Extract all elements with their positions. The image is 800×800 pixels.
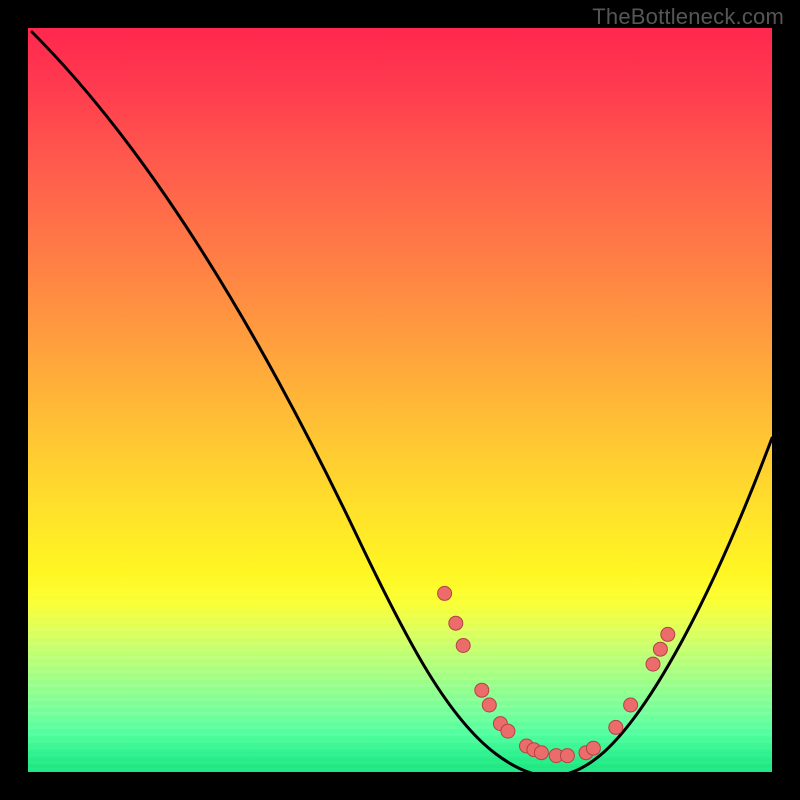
curve-svg	[28, 28, 772, 772]
data-marker	[456, 639, 470, 653]
data-marker	[609, 720, 623, 734]
data-marker	[534, 746, 548, 760]
chart-container: TheBottleneck.com	[0, 0, 800, 800]
data-marker	[482, 698, 496, 712]
data-marker	[438, 586, 452, 600]
data-marker	[586, 741, 600, 755]
bottleneck-curve-path	[32, 32, 772, 772]
data-marker	[653, 642, 667, 656]
data-marker	[449, 616, 463, 630]
plot-area	[28, 28, 772, 772]
marker-group	[438, 586, 675, 762]
data-marker	[501, 724, 515, 738]
data-marker	[661, 627, 675, 641]
data-marker	[475, 683, 489, 697]
data-marker	[646, 657, 660, 671]
data-marker	[624, 698, 638, 712]
data-marker	[560, 749, 574, 763]
watermark-text: TheBottleneck.com	[592, 4, 784, 30]
